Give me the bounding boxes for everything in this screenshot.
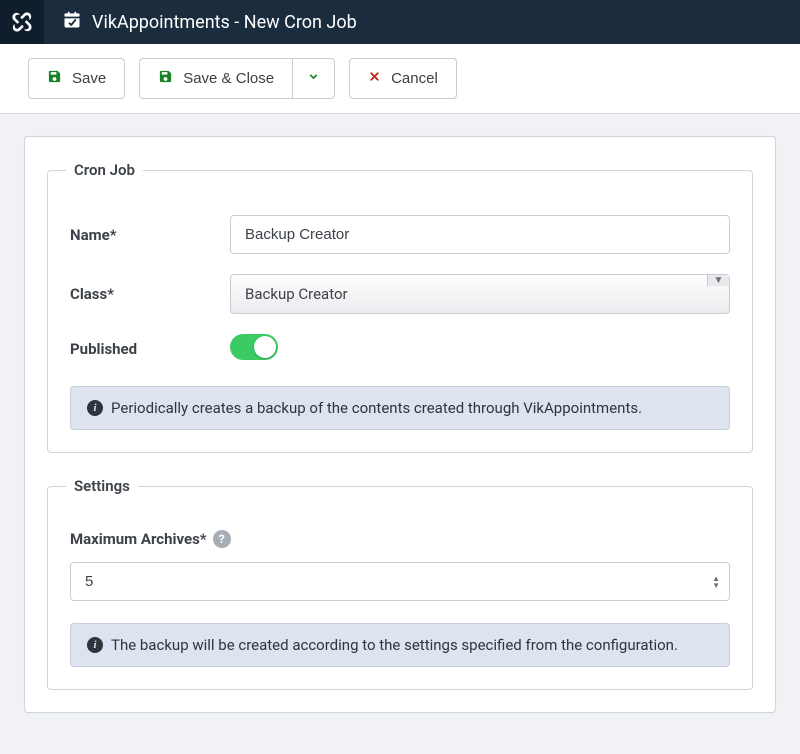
class-select[interactable]: Backup Creator ▼ xyxy=(230,274,730,314)
max-archives-label: Maximum Archives* ? xyxy=(70,530,231,548)
page-title: VikAppointments - New Cron Job xyxy=(92,12,357,33)
cronjob-info-box: i Periodically creates a backup of the c… xyxy=(70,386,730,430)
class-select-value: Backup Creator xyxy=(231,275,707,313)
form-card: Cron Job Name* Class* Backup Creator ▼ P… xyxy=(24,136,776,713)
spinner-down-icon: ▼ xyxy=(712,582,720,589)
cancel-button[interactable]: Cancel xyxy=(349,58,457,99)
cancel-button-label: Cancel xyxy=(391,70,438,87)
save-button[interactable]: Save xyxy=(28,58,125,99)
top-header: VikAppointments - New Cron Job xyxy=(0,0,800,44)
joomla-logo-icon xyxy=(0,0,44,44)
cronjob-legend: Cron Job xyxy=(66,161,143,179)
chevron-down-icon: ▼ xyxy=(707,275,729,286)
save-close-button[interactable]: Save & Close xyxy=(139,58,292,99)
toolbar: Save Save & Close Cancel xyxy=(0,44,800,114)
published-toggle[interactable] xyxy=(230,334,278,360)
toggle-knob xyxy=(254,336,276,358)
number-spinner[interactable]: ▲ ▼ xyxy=(712,575,720,589)
cronjob-info-text: Periodically creates a backup of the con… xyxy=(111,399,642,417)
save-close-group: Save & Close xyxy=(139,58,335,99)
name-input[interactable] xyxy=(230,215,730,254)
settings-legend: Settings xyxy=(66,477,138,495)
save-close-button-label: Save & Close xyxy=(183,70,274,87)
cronjob-fieldset: Cron Job Name* Class* Backup Creator ▼ P… xyxy=(47,161,753,453)
save-button-label: Save xyxy=(72,70,106,87)
info-icon: i xyxy=(87,400,103,416)
name-label: Name* xyxy=(70,226,230,244)
save-icon xyxy=(158,69,173,88)
save-icon xyxy=(47,69,62,88)
cancel-icon xyxy=(368,70,381,87)
calendar-icon xyxy=(62,10,82,35)
help-icon[interactable]: ? xyxy=(213,530,231,548)
save-dropdown-toggle[interactable] xyxy=(292,58,335,99)
info-icon: i xyxy=(87,637,103,653)
chevron-down-icon xyxy=(307,70,320,87)
class-label: Class* xyxy=(70,285,230,303)
settings-info-box: i The backup will be created according t… xyxy=(70,623,730,667)
max-archives-input[interactable] xyxy=(70,562,730,601)
published-label: Published xyxy=(70,340,230,358)
settings-info-text: The backup will be created according to … xyxy=(111,636,678,654)
settings-fieldset: Settings Maximum Archives* ? ▲ ▼ i The b… xyxy=(47,477,753,690)
